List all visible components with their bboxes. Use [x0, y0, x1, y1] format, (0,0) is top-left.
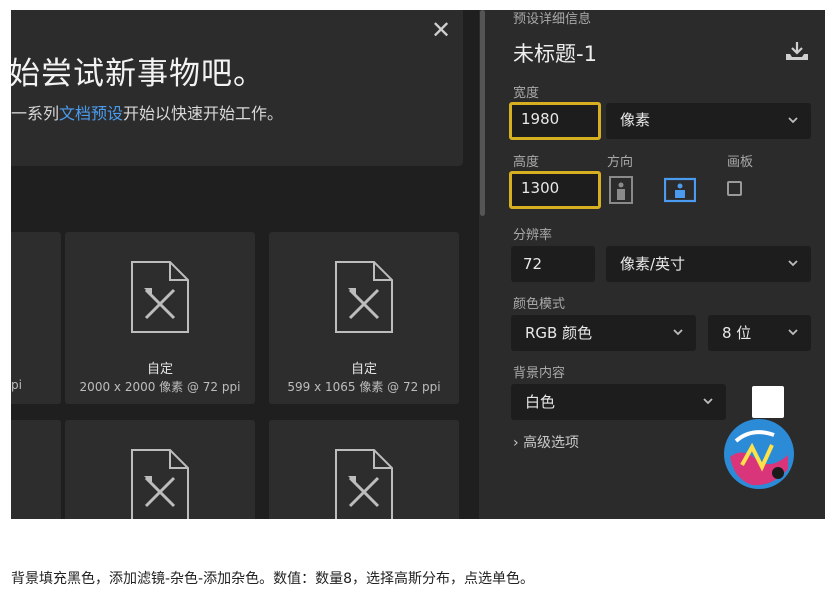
chevron-down-icon — [788, 329, 798, 336]
resolution-input[interactable]: 72 — [511, 246, 595, 282]
document-icon — [131, 261, 189, 333]
panel-header: 预设详细信息 — [513, 12, 592, 27]
presets-area: 始尝试新事物吧。 一系列文档预设开始以快速开始工作。 ✕ pi 自定 2000 … — [11, 10, 479, 519]
chevron-right-icon: › — [513, 435, 519, 451]
hero-subtitle-post: 开始以快速开始工作。 — [123, 104, 284, 123]
height-label: 高度 — [513, 155, 540, 170]
save-preset-icon[interactable] — [784, 40, 810, 62]
preset-meta: 599 x 1065 像素 @ 72 ppi — [287, 380, 441, 394]
preset-meta: pi — [11, 378, 22, 392]
advanced-options-label: 高级选项 — [523, 435, 580, 451]
preset-title: 自定 — [350, 362, 377, 377]
presets-scrollbar[interactable] — [480, 10, 485, 216]
resolution-unit-value: 像素/英寸 — [620, 255, 686, 273]
hero-subtitle: 一系列文档预设开始以快速开始工作。 — [11, 100, 283, 124]
artboard-label: 画板 — [727, 155, 754, 170]
document-presets-link[interactable]: 文档预设 — [59, 104, 123, 123]
background-label: 背景内容 — [513, 366, 566, 381]
width-unit-value: 像素 — [620, 111, 651, 129]
new-document-dialog: 始尝试新事物吧。 一系列文档预设开始以快速开始工作。 ✕ pi 自定 2000 … — [11, 10, 825, 519]
preset-card[interactable]: pi — [11, 232, 61, 404]
resolution-label: 分辨率 — [513, 228, 553, 243]
document-title[interactable]: 未标题-1 — [513, 38, 597, 68]
background-select[interactable]: 白色 — [511, 384, 726, 420]
caption-text: 背景填充黑色，添加滤镜-杂色-添加杂色。数值：数量8，选择高斯分布，点选单色。 — [11, 571, 535, 587]
orientation-label: 方向 — [607, 155, 634, 170]
preset-card[interactable] — [269, 420, 459, 519]
preset-card[interactable]: 自定 2000 x 2000 像素 @ 72 ppi — [65, 232, 255, 404]
landscape-icon[interactable] — [664, 176, 696, 204]
preset-card[interactable] — [65, 420, 255, 519]
advanced-options-toggle[interactable]: › 高级选项 — [513, 432, 579, 452]
bit-depth-select[interactable]: 8 位 — [708, 315, 811, 351]
height-input[interactable]: 1300 — [509, 171, 601, 209]
document-icon — [335, 449, 393, 519]
hero-title: 始尝试新事物吧。 — [11, 56, 265, 92]
width-unit-select[interactable]: 像素 — [606, 103, 811, 139]
color-mode-select[interactable]: RGB 颜色 — [511, 315, 696, 351]
preset-card[interactable] — [11, 420, 61, 519]
color-mode-label: 颜色模式 — [513, 297, 566, 312]
chevron-down-icon — [703, 398, 713, 405]
document-icon — [131, 449, 189, 519]
chevron-down-icon — [788, 260, 798, 267]
preset-meta: 2000 x 2000 像素 @ 72 ppi — [79, 380, 241, 394]
preset-title: 自定 — [146, 362, 173, 377]
artboard-checkbox[interactable] — [727, 181, 742, 196]
background-color-swatch[interactable] — [752, 386, 784, 418]
bit-depth-value: 8 位 — [722, 324, 752, 342]
chevron-down-icon — [673, 329, 683, 336]
watermark-logo — [724, 419, 794, 489]
close-icon[interactable]: ✕ — [429, 18, 453, 42]
hero-subtitle-pre: 一系列 — [11, 104, 60, 123]
width-label: 宽度 — [513, 86, 540, 101]
portrait-icon[interactable] — [607, 176, 635, 204]
color-mode-value: RGB 颜色 — [525, 324, 593, 342]
background-value: 白色 — [525, 393, 556, 411]
hero-banner: 始尝试新事物吧。 一系列文档预设开始以快速开始工作。 ✕ — [11, 10, 463, 166]
document-icon — [335, 261, 393, 333]
resolution-unit-select[interactable]: 像素/英寸 — [606, 246, 811, 282]
preset-card[interactable]: 自定 599 x 1065 像素 @ 72 ppi — [269, 232, 459, 404]
width-input[interactable]: 1980 — [509, 102, 601, 140]
chevron-down-icon — [788, 117, 798, 124]
